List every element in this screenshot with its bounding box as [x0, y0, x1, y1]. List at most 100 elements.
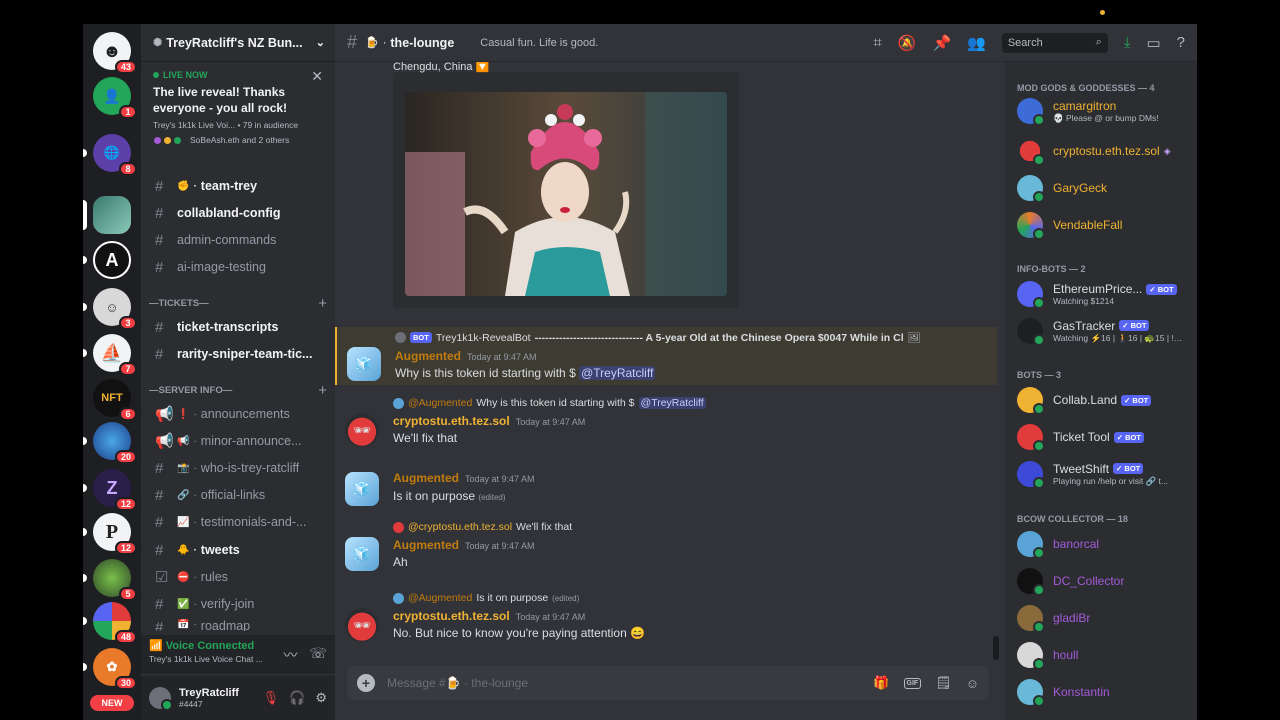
channel-who-is-trey[interactable]: # 📸 · who-is-trey-ratcliff — [149, 456, 329, 480]
channel-collabland-config[interactable]: # collabland-config — [149, 201, 329, 225]
download-icon[interactable]: ⤓ — [1124, 34, 1131, 51]
avatar[interactable]: 🧊 — [347, 347, 381, 381]
channel-ai-image-testing[interactable]: # ai-image-testing — [149, 255, 329, 279]
reply-preview[interactable]: @Augmented Why is this token id starting … — [393, 397, 993, 409]
channel-rules[interactable]: ☑ ⛔ · rules — [149, 565, 329, 589]
disconnect-icon[interactable]: ☏ — [309, 645, 327, 665]
avatar[interactable]: 🕶 — [345, 608, 379, 642]
member-item[interactable]: camargitron 💀 Please @ or bump DMs! — [1017, 95, 1193, 127]
noise-suppression-icon[interactable]: 〰 — [283, 645, 297, 665]
channel-ticket-transcripts[interactable]: # ticket-transcripts — [149, 315, 329, 339]
inbox-icon[interactable]: ▭ — [1146, 34, 1160, 52]
server-orange[interactable]: ✿ 30 — [83, 648, 137, 690]
mute-icon[interactable]: 🎙 — [263, 690, 280, 706]
channel-official-links[interactable]: # 🔗 · official-links — [149, 483, 329, 507]
member-item[interactable]: EthereumPrice... ✓ BOT Watching $1214 — [1017, 278, 1193, 310]
sticker-icon[interactable]: 🗒 — [935, 675, 952, 691]
channel-roadmap[interactable]: # 📅 · roadmap — [149, 619, 329, 631]
member-item[interactable]: GaryGeck — [1017, 172, 1193, 204]
avatar[interactable]: 🧊 — [345, 472, 379, 506]
server-balloons[interactable]: 48 — [83, 602, 137, 644]
new-badge[interactable]: NEW — [90, 695, 134, 711]
member-item[interactable]: gladiBr — [1017, 602, 1193, 634]
channel-admin-commands[interactable]: # admin-commands — [149, 228, 329, 252]
reply-preview[interactable]: @cryptostu.eth.tez.sol We'll fix that — [393, 521, 993, 533]
member-item[interactable]: houll — [1017, 639, 1193, 671]
opera-image[interactable] — [405, 92, 727, 296]
separator-dot: · — [193, 571, 197, 583]
message-item[interactable]: @Augmented Is it on purpose (edited) 🕶 cry… — [335, 592, 997, 648]
plus-icon[interactable]: + — [318, 295, 327, 312]
live-stage-card[interactable]: LIVE NOW ✕ The live reveal! Thanks every… — [141, 68, 335, 145]
search-input[interactable]: Search ⌕ — [1001, 32, 1108, 53]
add-attachment-button[interactable]: + — [357, 674, 375, 692]
gift-icon[interactable]: 🎁 — [873, 675, 889, 691]
member-item[interactable]: VendableFall — [1017, 209, 1193, 241]
category-server-info[interactable]: —SERVER INFO— + — [149, 382, 327, 399]
voice-channel-name[interactable]: Trey's 1k1k Live Voice Chat ... — [149, 654, 269, 664]
avatar[interactable]: 🧊 — [345, 537, 379, 571]
server-planet[interactable]: 20 — [83, 422, 137, 464]
member-item[interactable]: Konstantin — [1017, 676, 1193, 708]
hash-icon: # — [155, 231, 164, 249]
threads-icon[interactable]: ⌗ — [873, 34, 881, 51]
channel-announcements[interactable]: 📢 ❗ · announcements — [149, 402, 329, 426]
avatar[interactable] — [149, 687, 173, 711]
server-home[interactable]: ☻ 43 — [93, 32, 137, 74]
author-name[interactable]: cryptostu.eth.tez.sol — [393, 609, 510, 623]
plus-icon[interactable]: + — [318, 382, 327, 399]
member-item[interactable]: TweetShift ✓ BOT Playing run /help or visi… — [1017, 458, 1193, 490]
author-name[interactable]: Augmented — [395, 349, 461, 363]
server-yoda[interactable]: 5 — [83, 559, 137, 601]
member-item[interactable]: banorcal — [1017, 528, 1193, 560]
message-scrollbar[interactable] — [993, 636, 999, 660]
reply-preview[interactable]: @Augmented Is it on purpose (edited) — [393, 592, 993, 604]
gear-icon[interactable]: ⚙ — [315, 690, 327, 706]
member-item[interactable]: cryptostu.eth.tez.sol ◈ — [1017, 135, 1193, 167]
category-tickets[interactable]: —TICKETS— + — [149, 295, 327, 312]
message-input[interactable]: Message #🍺 · the-lounge — [387, 676, 873, 690]
server-nft[interactable]: NFT 6 — [93, 379, 137, 421]
message-item[interactable]: 🧊 Augmented Today at 9:47 AM Is it on pur… — [335, 468, 997, 512]
avatar[interactable]: 🕶 — [345, 413, 379, 447]
server-globe[interactable]: 🌐 8 — [83, 134, 137, 176]
message-item[interactable]: BOT Trey1k1k-RevealBot -------------------… — [335, 327, 997, 385]
author-name[interactable]: cryptostu.eth.tez.sol — [393, 414, 510, 428]
guild-header[interactable]: ✺ TreyRatcliff's NZ Bun... ⌄ — [141, 24, 335, 62]
author-name[interactable]: Augmented — [393, 471, 459, 485]
channel-team-trey[interactable]: # ✊ · team-trey — [149, 174, 329, 198]
reply-preview[interactable]: BOT Trey1k1k-RevealBot -------------------… — [395, 331, 995, 344]
member-item[interactable]: Collab.Land ✓ BOT — [1017, 384, 1193, 416]
server-current[interactable] — [83, 196, 131, 234]
channel-topic[interactable]: Casual fun. Life is good. — [480, 37, 873, 49]
user-info[interactable]: TreyRatcliff #4447 — [179, 687, 263, 709]
channel-minor-announce[interactable]: 📢 📢 · minor-announce... — [149, 429, 329, 453]
user-mention[interactable]: @TreyRatcliff — [579, 366, 656, 380]
channel-verify-join[interactable]: # ✅ · verify-join — [149, 592, 329, 616]
mute-bell-icon[interactable]: 🔕 — [898, 34, 917, 52]
pin-icon[interactable]: 📌 — [932, 34, 951, 52]
message-composer[interactable]: + Message #🍺 · the-lounge 🎁 GIF 🗒 ☺ — [347, 666, 989, 700]
gif-button[interactable]: GIF — [903, 677, 922, 689]
guild-boost-icon: ✺ — [153, 37, 163, 49]
message-item[interactable]: @Augmented Why is this token id starting … — [335, 397, 997, 457]
server-a[interactable]: A — [83, 241, 131, 279]
channel-rarity-sniper[interactable]: # rarity-sniper-team-tic... — [149, 342, 329, 366]
member-item[interactable]: Ticket Tool ✓ BOT — [1017, 421, 1193, 453]
server-ship[interactable]: ⛵ 7 — [83, 334, 137, 376]
emoji-icon[interactable]: ☺ — [966, 676, 979, 691]
server-p[interactable]: P 12 — [83, 513, 137, 555]
server-friends[interactable]: 👤 1 — [93, 77, 137, 119]
member-list-icon[interactable]: 👥 — [967, 34, 986, 52]
server-z[interactable]: Z 12 — [83, 469, 137, 511]
server-portrait[interactable]: ☺ 3 — [83, 288, 137, 330]
channel-tweets[interactable]: # 🐥 · tweets — [149, 538, 329, 562]
member-item[interactable]: GasTracker ✓ BOT Watching ⚡16 | 🚶16 | 🐢15 … — [1017, 315, 1193, 347]
member-item[interactable]: DC_Collector — [1017, 565, 1193, 597]
close-icon[interactable]: ✕ — [311, 68, 323, 85]
author-name[interactable]: Augmented — [393, 538, 459, 552]
message-item[interactable]: @cryptostu.eth.tez.sol We'll fix that 🧊 A… — [335, 521, 997, 573]
channel-testimonials[interactable]: # 📈 · testimonials-and-... — [149, 510, 329, 534]
headphones-icon[interactable]: 🎧 — [289, 690, 305, 706]
help-icon[interactable]: ? — [1177, 34, 1185, 51]
